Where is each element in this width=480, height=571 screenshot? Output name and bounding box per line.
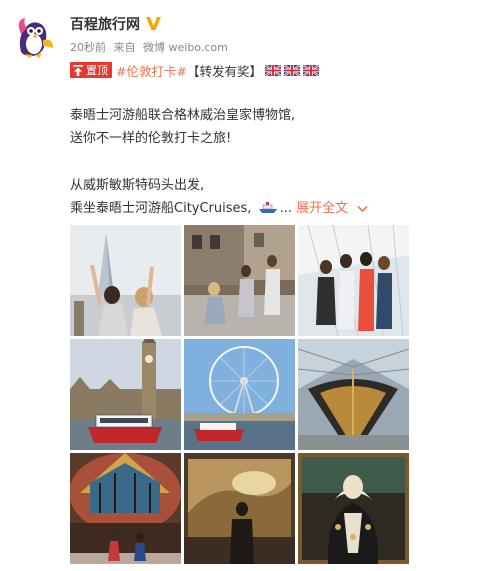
post-meta: 20秒前 来自 微博 weibo.com [70, 39, 232, 55]
uk-flag-icon [283, 64, 300, 76]
hashtag-link[interactable]: #伦敦打卡# [116, 61, 187, 80]
verified-v-icon [146, 17, 161, 30]
post-line-with-expand: 乘坐泰晤士河游船CityCruises, ... 展开全文 [70, 197, 368, 220]
photo-thumbnail[interactable] [184, 453, 295, 564]
chevron-down-icon[interactable] [357, 205, 368, 213]
photo-thumbnail[interactable] [70, 225, 181, 336]
flag-emojis [264, 64, 322, 76]
post-line: 从威斯敏斯特码头出发, [70, 178, 205, 193]
post-line: 送你不一样的伦敦打卡之旅! [70, 131, 232, 146]
uk-flag-icon [264, 64, 281, 76]
post-headline: 置顶 #伦敦打卡# 【转发有奖】 [70, 61, 322, 79]
photo-grid [70, 225, 409, 564]
post-paragraph-2: 从威斯敏斯特码头出发, 乘坐泰晤士河游船CityCruises, ... 展开全… [70, 174, 368, 220]
pin-label: 置顶 [86, 64, 108, 77]
source-prefix: 来自 [113, 41, 136, 54]
post-line: 乘坐泰晤士河游船CityCruises, [70, 201, 252, 216]
avatar[interactable] [13, 14, 55, 58]
photo-thumbnail[interactable] [184, 225, 295, 336]
uk-flag-icon [302, 64, 319, 76]
photo-thumbnail[interactable] [70, 339, 181, 450]
bracket-text: 【转发有奖】 [186, 63, 262, 79]
ship-icon [258, 202, 277, 213]
ellipsis: ... [279, 201, 292, 216]
photo-thumbnail[interactable] [70, 453, 181, 564]
photo-thumbnail[interactable] [298, 453, 409, 564]
expand-full-text-link[interactable]: 展开全文 [296, 201, 348, 216]
pin-icon [73, 64, 83, 76]
post-paragraph-1: 泰晤士河游船联合格林威治皇家博物馆, 送你不一样的伦敦打卡之旅! [70, 104, 295, 150]
photo-thumbnail[interactable] [298, 225, 409, 336]
photo-thumbnail[interactable] [184, 339, 295, 450]
post-source[interactable]: 微博 weibo.com [143, 41, 228, 54]
photo-thumbnail[interactable] [298, 339, 409, 450]
post-time[interactable]: 20秒前 [70, 41, 106, 54]
account-name[interactable]: 百程旅行网 [70, 14, 140, 34]
pinned-badge: 置顶 [70, 62, 112, 78]
post-line: 泰晤士河游船联合格林威治皇家博物馆, [70, 108, 296, 123]
